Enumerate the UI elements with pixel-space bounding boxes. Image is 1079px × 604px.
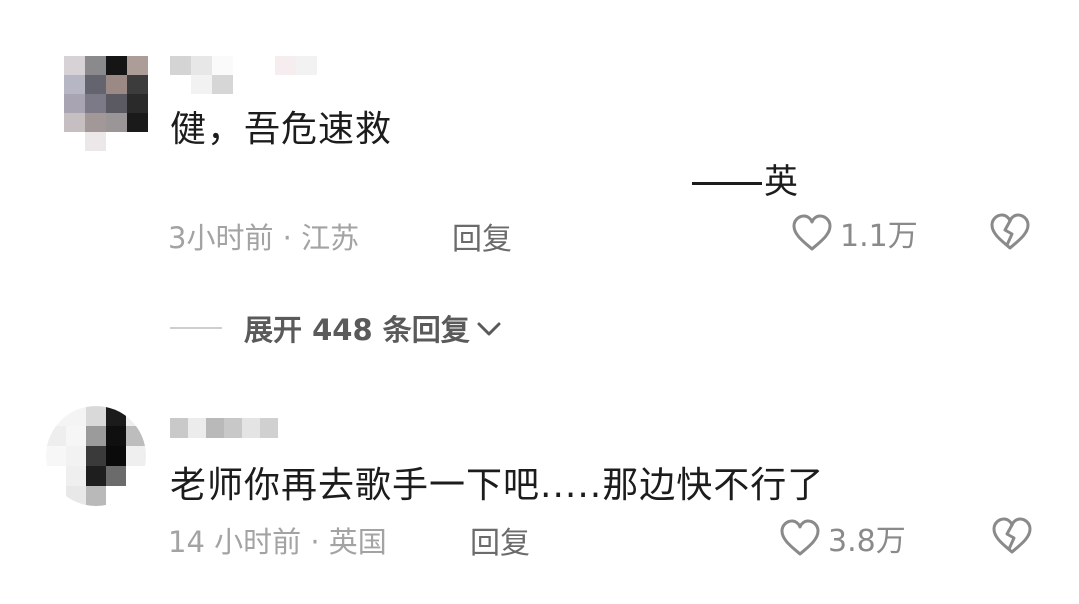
chevron-down-icon (477, 322, 501, 336)
like-button[interactable]: 1.1万 (790, 211, 918, 255)
username[interactable] (170, 56, 338, 94)
like-button[interactable]: 3.8万 (778, 516, 906, 560)
broken-heart-icon (992, 517, 1032, 554)
heart-outline-icon (792, 214, 832, 251)
meta-separator: · (282, 221, 292, 255)
comment-time: 14 小时前 (168, 525, 302, 559)
like-count: 1.1万 (840, 219, 918, 254)
expand-divider (170, 327, 222, 329)
comment-location: 英国 (328, 525, 387, 559)
comment-meta: 14 小时前 · 英国 (168, 519, 387, 561)
heart-outline-icon (780, 519, 820, 556)
like-count: 3.8万 (828, 524, 906, 559)
comment-text: 健，吾危速救 (170, 109, 393, 150)
avatar[interactable] (46, 406, 146, 506)
reply-button[interactable]: 回复 (452, 214, 512, 258)
comment-signature: 英 (692, 154, 798, 203)
expand-replies-button[interactable]: 展开 448 条回复 (170, 307, 504, 349)
comment-meta: 3小时前 · 江苏 (168, 215, 359, 257)
dislike-button[interactable] (988, 212, 1032, 256)
signature-name: 英 (764, 162, 798, 202)
comment-time: 3小时前 (168, 221, 274, 255)
comment-text: 老师你再去歌手一下吧.....那边快不行了 (170, 465, 825, 506)
avatar[interactable] (64, 56, 148, 151)
dislike-button[interactable] (990, 516, 1034, 560)
comment-location: 江苏 (301, 221, 360, 255)
broken-heart-icon (990, 213, 1030, 250)
expand-replies-label: 展开 448 条回复 (244, 313, 470, 347)
signature-dash (692, 182, 762, 185)
reply-button[interactable]: 回复 (470, 518, 530, 562)
meta-separator: · (310, 525, 320, 559)
username[interactable] (170, 418, 278, 438)
